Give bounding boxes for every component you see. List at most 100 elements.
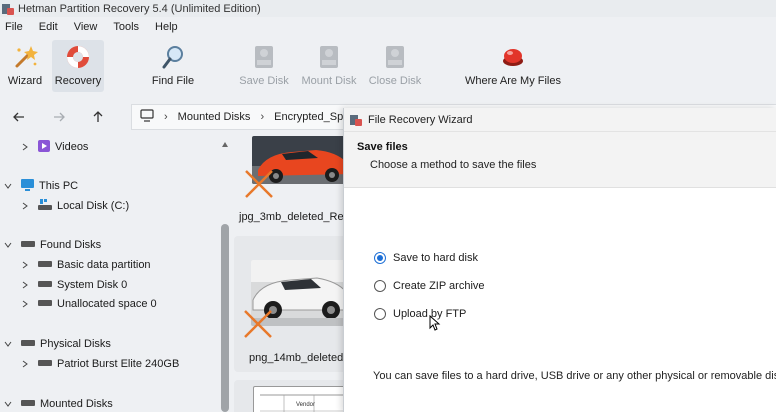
tree-item-videos[interactable]: Videos — [20, 138, 88, 156]
chevron-down-icon[interactable] — [3, 181, 13, 191]
find-file-label: Find File — [151, 75, 195, 87]
tree-item-unallocated[interactable]: Unallocated space 0 — [20, 295, 157, 313]
file-name: png_14mb_deleted.pr — [249, 352, 346, 364]
wizard-button[interactable]: Wizard — [4, 40, 46, 92]
tree-item-label: Basic data partition — [57, 259, 151, 271]
file-item[interactable]: png_14mb_deleted.pr — [234, 236, 346, 372]
wizard-wand-icon — [11, 43, 39, 71]
tree-item-label: System Disk 0 — [57, 279, 128, 291]
tree-item-patriot[interactable]: Patriot Burst Elite 240GB — [20, 355, 179, 373]
recovery-label: Recovery — [54, 75, 102, 87]
chevron-right-icon[interactable] — [20, 359, 30, 369]
menu-file[interactable]: File — [5, 21, 23, 33]
radio-button-selected[interactable] — [374, 252, 386, 264]
disk-icon — [38, 259, 52, 271]
windows-drive-icon — [38, 198, 52, 214]
radio-button[interactable] — [374, 308, 386, 320]
file-item[interactable]: Vendor — [234, 380, 346, 412]
mount-disk-icon — [315, 43, 343, 71]
tree-item-label: Found Disks — [40, 239, 102, 251]
file-list: jpg_3mb_deleted_Recyc png_14mb_deleted.p… — [231, 136, 346, 412]
menu-bar: File Edit View Tools Help — [0, 17, 776, 36]
option-create-zip-archive[interactable]: Create ZIP archive — [374, 280, 485, 292]
option-save-to-hard-disk[interactable]: Save to hard disk — [374, 252, 478, 264]
chevron-down-icon[interactable] — [3, 399, 13, 409]
monitor-icon — [21, 178, 34, 194]
dialog-title: File Recovery Wizard — [368, 113, 473, 126]
dialog-header-title: Save files — [357, 141, 408, 153]
tree-item-label: Physical Disks — [40, 338, 111, 350]
app-logo-icon — [350, 114, 362, 126]
tree-item-found-disks[interactable]: Found Disks — [3, 236, 101, 254]
save-disk-label: Save Disk — [239, 75, 289, 87]
deleted-mark-icon — [245, 170, 273, 198]
recovery-button[interactable]: Recovery — [52, 40, 104, 92]
tree-item-basic-data-partition[interactable]: Basic data partition — [20, 256, 151, 274]
mount-disk-label: Mount Disk — [301, 75, 357, 87]
computer-icon[interactable] — [140, 109, 154, 125]
tree-item-label: Unallocated space 0 — [57, 298, 157, 310]
title-bar: Hetman Partition Recovery 5.4 (Unlimited… — [0, 0, 776, 17]
tree-scrollbar[interactable] — [219, 136, 231, 412]
chevron-right-icon: › — [164, 111, 168, 123]
tree-item-this-pc[interactable]: This PC — [3, 177, 78, 195]
save-disk-button[interactable]: Save Disk — [239, 40, 289, 92]
chevron-down-icon[interactable] — [3, 240, 13, 250]
thumbnail-text: Vendor — [296, 402, 315, 408]
folder-tree: Videos This PC Local Disk (C:) Found Dis… — [0, 136, 218, 412]
close-disk-icon — [381, 43, 409, 71]
breadcrumb-encrypted[interactable]: Encrypted_Sp — [274, 111, 343, 123]
breadcrumb-mounted-disks[interactable]: Mounted Disks — [178, 111, 251, 123]
chevron-right-icon[interactable] — [20, 299, 30, 309]
dialog-title-bar[interactable]: File Recovery Wizard — [344, 108, 776, 132]
tree-item-label: This PC — [39, 180, 79, 192]
option-upload-by-ftp[interactable]: Upload by FTP — [374, 308, 466, 320]
chevron-right-icon[interactable] — [20, 201, 30, 211]
chevron-right-icon[interactable] — [20, 280, 30, 290]
disk-icon — [38, 358, 52, 370]
dialog-header: Save files Choose a method to save the f… — [344, 132, 776, 188]
mount-disk-button[interactable]: Mount Disk — [301, 40, 357, 92]
menu-help[interactable]: Help — [155, 21, 178, 33]
menu-view[interactable]: View — [74, 21, 98, 33]
close-disk-label: Close Disk — [368, 75, 422, 87]
chevron-right-icon[interactable] — [20, 142, 30, 152]
scroll-up-icon[interactable] — [221, 140, 229, 148]
video-folder-icon — [38, 139, 50, 155]
file-thumbnail: Vendor — [253, 386, 346, 412]
chevron-down-icon[interactable] — [3, 339, 13, 349]
disk-icon — [38, 298, 52, 310]
app-logo-icon — [2, 3, 14, 15]
forward-arrow-icon[interactable] — [50, 108, 68, 126]
tree-item-system-disk[interactable]: System Disk 0 — [20, 276, 127, 294]
file-recovery-wizard-dialog: File Recovery Wizard Save files Choose a… — [343, 108, 776, 412]
where-are-my-files-button[interactable]: Where Are My Files — [465, 40, 561, 92]
chevron-right-icon[interactable] — [20, 260, 30, 270]
window-title: Hetman Partition Recovery 5.4 (Unlimited… — [18, 2, 261, 15]
dialog-header-subtitle: Choose a method to save the files — [370, 159, 537, 171]
lifebuoy-icon — [64, 43, 92, 71]
disk-icon — [21, 398, 35, 410]
red-button-icon — [499, 43, 527, 71]
disk-icon — [38, 279, 52, 291]
find-file-button[interactable]: Find File — [150, 40, 196, 92]
disk-icon — [21, 239, 35, 251]
tree-item-mounted-disks[interactable]: Mounted Disks — [3, 395, 113, 412]
tree-item-physical-disks[interactable]: Physical Disks — [3, 335, 111, 353]
wizard-label: Wizard — [7, 75, 43, 87]
tree-item-label: Local Disk (C:) — [57, 200, 130, 212]
menu-edit[interactable]: Edit — [39, 21, 58, 33]
where-are-my-files-label: Where Are My Files — [465, 75, 561, 87]
up-arrow-icon[interactable] — [89, 108, 107, 126]
scrollbar-thumb[interactable] — [221, 224, 229, 412]
back-arrow-icon[interactable] — [10, 108, 28, 126]
tree-item-local-disk[interactable]: Local Disk (C:) — [20, 197, 129, 215]
close-disk-button[interactable]: Close Disk — [368, 40, 422, 92]
radio-button[interactable] — [374, 280, 386, 292]
tree-item-label: Mounted Disks — [40, 398, 113, 410]
menu-tools[interactable]: Tools — [113, 21, 139, 33]
save-disk-icon — [250, 43, 278, 71]
mouse-cursor-icon — [429, 315, 441, 331]
tree-item-label: Videos — [55, 141, 89, 153]
file-item[interactable]: jpg_3mb_deleted_Recyc — [234, 136, 346, 228]
